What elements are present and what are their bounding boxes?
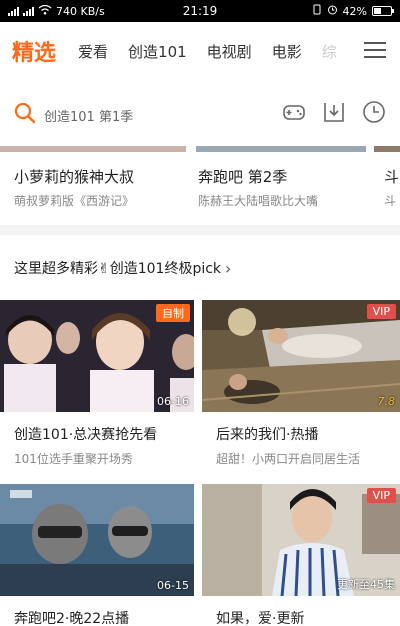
- video-card[interactable]: VIP 更新至45集 如果，爱·更新: [202, 484, 400, 626]
- prev-card-subtitle-1: 萌叔萝莉版《西游记》: [14, 194, 135, 208]
- video-thumbnail[interactable]: 自制 06-16: [0, 300, 194, 412]
- game-controller-icon[interactable]: [282, 100, 306, 124]
- video-card[interactable]: 06-15 奔跑吧2·晚22点播: [0, 484, 194, 626]
- chevron-right-icon: ›: [225, 258, 232, 278]
- tab-movies[interactable]: 电影: [272, 41, 302, 62]
- card-title[interactable]: 创造101·总决赛抢先看: [0, 424, 194, 444]
- battery-icon: [372, 6, 394, 16]
- status-badge: 自制: [156, 304, 190, 322]
- prev-card-title-2[interactable]: 奔跑吧 第2季: [198, 166, 287, 187]
- status-bar: 740 KB/s 21:19 42%: [0, 0, 400, 22]
- tab-chuangzao101[interactable]: 创造101: [128, 41, 187, 62]
- signal-icon: [8, 6, 19, 16]
- channel-nav: 精选 爱看 创造101 电视剧 电影 综: [0, 22, 400, 80]
- video-thumbnail[interactable]: VIP 更新至45集: [202, 484, 400, 596]
- battery-percent: 42%: [342, 4, 367, 18]
- card-title[interactable]: 后来的我们·热播: [202, 424, 400, 444]
- search-row: 创造101 第1季: [0, 92, 400, 138]
- vip-badge: VIP: [366, 304, 396, 319]
- card-title[interactable]: 奔跑吧2·晚22点播: [0, 608, 194, 626]
- search-icon: [14, 102, 36, 128]
- status-left: 740 KB/s: [8, 4, 105, 18]
- vip-badge: VIP: [366, 488, 396, 503]
- signal-icon-2: [23, 6, 34, 16]
- toolbar-icons: [282, 100, 386, 124]
- prev-card-subtitle-2: 陈赫王大陆唱歌比大嘴: [198, 194, 319, 208]
- prev-card-title-1[interactable]: 小萝莉的猴神大叔: [14, 166, 134, 187]
- date-label: 06-15: [157, 579, 189, 592]
- card-subtitle: 101位选手重聚开场秀: [14, 452, 133, 466]
- vibrate-icon: [312, 4, 322, 18]
- card-subtitle: 超甜！小两口开启同居生活: [216, 452, 361, 466]
- section-header[interactable]: 这里超多精彩✌创造101终极pick ›: [14, 258, 231, 278]
- date-label: 06-16: [157, 395, 189, 408]
- prev-card-title-3[interactable]: 斗: [384, 166, 399, 187]
- status-right: 42%: [312, 4, 394, 18]
- video-thumbnail[interactable]: VIP 7.8: [202, 300, 400, 412]
- alarm-icon: [327, 4, 338, 18]
- tab-featured[interactable]: 精选: [12, 35, 56, 67]
- tab-aikan[interactable]: 爱看: [78, 41, 108, 62]
- video-card[interactable]: VIP 7.8 后来的我们·热播 超甜！小两口开启同居生活: [202, 300, 400, 467]
- search-input[interactable]: 创造101 第1季: [14, 97, 254, 133]
- card-title[interactable]: 如果，爱·更新: [202, 608, 400, 626]
- previous-row-thumbnails: [0, 146, 400, 152]
- clock-icon[interactable]: [362, 100, 386, 124]
- video-card[interactable]: 自制 06-16 创造101·总决赛抢先看 101位选手重聚开场秀: [0, 300, 194, 467]
- video-thumbnail[interactable]: 06-15: [0, 484, 194, 596]
- prev-card-subtitle-3: 斗: [384, 194, 397, 208]
- section-divider: [0, 225, 400, 235]
- section-title: 这里超多精彩✌创造101终极pick: [14, 261, 222, 277]
- search-placeholder: 创造101 第1季: [44, 109, 134, 125]
- score-label: 7.8: [377, 395, 396, 408]
- network-speed: 740 KB/s: [56, 4, 105, 18]
- tab-tv-series[interactable]: 电视剧: [207, 41, 252, 62]
- menu-icon[interactable]: [364, 42, 386, 58]
- wifi-icon: [38, 4, 52, 18]
- episode-label: 更新至45集: [337, 578, 395, 591]
- tab-variety[interactable]: 综: [322, 41, 337, 62]
- download-icon[interactable]: [322, 100, 346, 124]
